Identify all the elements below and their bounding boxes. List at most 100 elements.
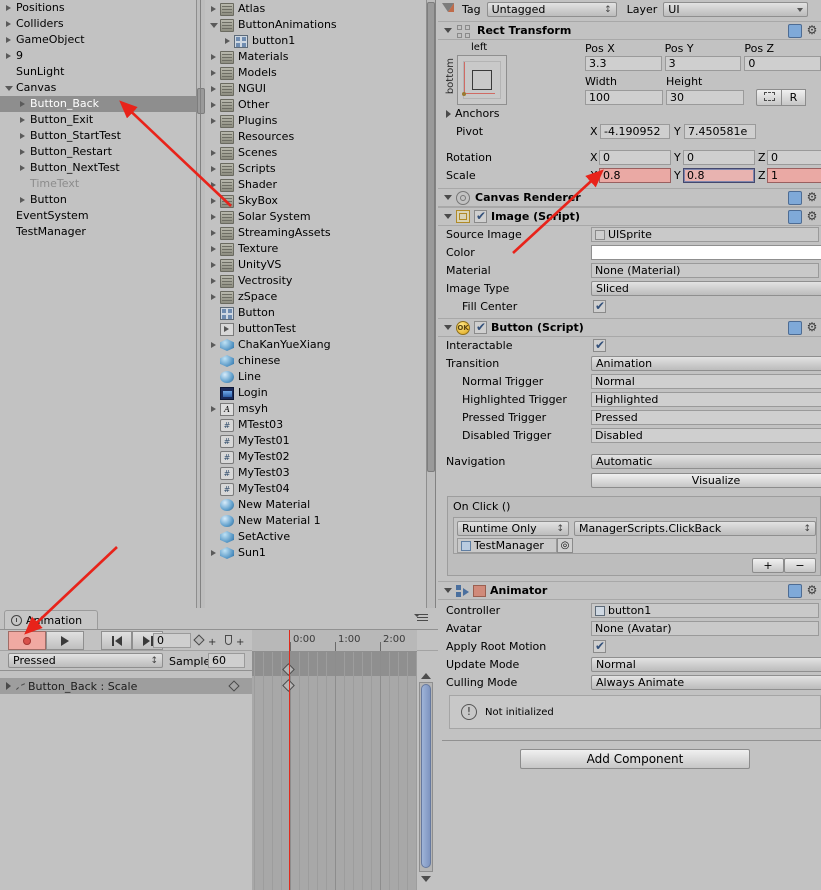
tree-toggle[interactable] bbox=[207, 230, 220, 236]
onclick-remove-button[interactable]: − bbox=[784, 558, 816, 573]
chevron-right-icon[interactable] bbox=[6, 5, 11, 11]
help-icon[interactable] bbox=[788, 191, 802, 205]
chevron-right-icon[interactable] bbox=[211, 406, 216, 412]
chevron-right-icon[interactable] bbox=[211, 214, 216, 220]
canvas-renderer-foldout[interactable] bbox=[444, 195, 452, 200]
rect-transform-foldout[interactable] bbox=[444, 28, 452, 33]
timeline-scroll-down-arrow[interactable] bbox=[421, 876, 431, 882]
tree-item-new-material[interactable]: New Material bbox=[205, 497, 433, 513]
tree-item-colliders[interactable]: Colliders bbox=[0, 16, 196, 32]
image-type-row[interactable]: Image Type Sliced bbox=[438, 280, 821, 297]
tree-item-button-exit[interactable]: Button_Exit bbox=[0, 112, 196, 128]
disabled-trigger-input[interactable]: Disabled bbox=[591, 428, 821, 443]
chevron-right-icon[interactable] bbox=[211, 342, 216, 348]
current-frame-input[interactable]: 0 bbox=[153, 633, 191, 648]
tree-item-materials[interactable]: Materials bbox=[205, 49, 433, 65]
chevron-right-icon[interactable] bbox=[211, 278, 216, 284]
tree-toggle[interactable] bbox=[207, 294, 220, 300]
apply-root-motion-row[interactable]: Apply Root Motion bbox=[438, 638, 821, 655]
gear-icon[interactable]: ⚙ bbox=[805, 321, 819, 335]
tree-item-button1[interactable]: button1 bbox=[205, 33, 433, 49]
project-scrollbar-thumb[interactable] bbox=[427, 2, 435, 472]
tree-toggle[interactable] bbox=[2, 21, 15, 27]
tree-toggle[interactable] bbox=[207, 166, 220, 172]
animator-foldout[interactable] bbox=[444, 588, 452, 593]
tree-item-shader[interactable]: Shader bbox=[205, 177, 433, 193]
tree-item-button-nexttest[interactable]: Button_NextTest bbox=[0, 160, 196, 176]
tree-item-vectrosity[interactable]: Vectrosity bbox=[205, 273, 433, 289]
tree-item-buttonanimations[interactable]: ButtonAnimations bbox=[205, 17, 433, 33]
highlighted-trigger-input[interactable]: Highlighted bbox=[591, 392, 821, 407]
tree-toggle[interactable] bbox=[16, 197, 29, 203]
animation-window[interactable]: Animation 0 + + Pressed ↕ Sample 60 Butt… bbox=[0, 608, 438, 890]
tree-item-button-starttest[interactable]: Button_StartTest bbox=[0, 128, 196, 144]
property-foldout[interactable] bbox=[6, 682, 11, 690]
chevron-right-icon[interactable] bbox=[211, 246, 216, 252]
anchors-row[interactable]: Anchors bbox=[438, 105, 821, 122]
tree-item-button-restart[interactable]: Button_Restart bbox=[0, 144, 196, 160]
help-icon[interactable] bbox=[788, 24, 802, 38]
rotation-y-input[interactable]: 0 bbox=[683, 150, 755, 165]
chevron-right-icon[interactable] bbox=[211, 150, 216, 156]
pressed-trigger-row[interactable]: Pressed Trigger Pressed bbox=[438, 409, 821, 426]
tree-item-button[interactable]: Button bbox=[205, 305, 433, 321]
navigation-dropdown[interactable]: Automatic bbox=[591, 454, 821, 469]
tree-item-line[interactable]: Line bbox=[205, 369, 433, 385]
tab-animation[interactable]: Animation bbox=[4, 610, 98, 629]
tree-item-login[interactable]: Login bbox=[205, 385, 433, 401]
normal-trigger-row[interactable]: Normal Trigger Normal bbox=[438, 373, 821, 390]
anchor-preset-button[interactable] bbox=[457, 55, 507, 105]
tree-item-positions[interactable]: Positions bbox=[0, 0, 196, 16]
tree-toggle[interactable] bbox=[16, 149, 29, 155]
tree-item-scripts[interactable]: Scripts bbox=[205, 161, 433, 177]
normal-trigger-input[interactable]: Normal bbox=[591, 374, 821, 389]
disabled-trigger-row[interactable]: Disabled Trigger Disabled bbox=[438, 427, 821, 444]
tag-dropdown[interactable]: Untagged bbox=[486, 2, 617, 17]
tree-toggle[interactable] bbox=[207, 182, 220, 188]
avatar-row[interactable]: Avatar None (Avatar) bbox=[438, 620, 821, 637]
add-keyframe-button[interactable]: + bbox=[193, 634, 219, 648]
tree-toggle[interactable] bbox=[207, 150, 220, 156]
pos-z-input[interactable]: 0 bbox=[744, 56, 821, 71]
hierarchy-panel[interactable]: Positions Colliders GameObject 9 SunLight Can… bbox=[0, 0, 196, 608]
pressed-trigger-input[interactable]: Pressed bbox=[591, 410, 821, 425]
sample-rate-input[interactable]: 60 bbox=[208, 653, 245, 668]
material-row[interactable]: Material None (Material) bbox=[438, 262, 821, 279]
source-image-object-field[interactable]: UISprite bbox=[591, 227, 819, 242]
tree-item-sunlight[interactable]: SunLight bbox=[0, 64, 196, 80]
update-mode-row[interactable]: Update Mode Normal bbox=[438, 656, 821, 673]
tree-toggle[interactable] bbox=[207, 102, 220, 108]
tree-item-other[interactable]: Other bbox=[205, 97, 433, 113]
tree-item-mtest03[interactable]: # MTest03 bbox=[205, 417, 433, 433]
tree-toggle[interactable] bbox=[221, 38, 234, 44]
pivot-y-input[interactable]: 7.450581e bbox=[684, 124, 756, 139]
image-script-enabled-checkbox[interactable] bbox=[474, 209, 487, 223]
chevron-right-icon[interactable] bbox=[20, 101, 25, 107]
tree-item-9[interactable]: 9 bbox=[0, 48, 196, 64]
chevron-right-icon[interactable] bbox=[20, 149, 25, 155]
width-input[interactable]: 100 bbox=[585, 90, 663, 105]
transition-row[interactable]: Transition Animation bbox=[438, 355, 821, 372]
interactable-row[interactable]: Interactable bbox=[438, 337, 821, 354]
tree-item-gameobject[interactable]: GameObject bbox=[0, 32, 196, 48]
prev-keyframe-button[interactable] bbox=[101, 631, 132, 650]
animation-clip-row[interactable]: Pressed Sample 60 bbox=[0, 651, 252, 670]
chevron-right-icon[interactable] bbox=[211, 262, 216, 268]
hierarchy-scrollbar-thumb[interactable] bbox=[197, 88, 205, 114]
tree-toggle[interactable] bbox=[16, 117, 29, 123]
image-script-header[interactable]: Image (Script) ⚙ bbox=[438, 207, 821, 226]
tree-item-streamingassets[interactable]: StreamingAssets bbox=[205, 225, 433, 241]
tree-toggle[interactable] bbox=[207, 86, 220, 92]
tree-item-mytest04[interactable]: # MyTest04 bbox=[205, 481, 433, 497]
timeline-scrollbar-thumb[interactable] bbox=[421, 684, 431, 868]
rotation-row[interactable]: Rotation X 0 Y 0 Z 0 bbox=[438, 149, 821, 166]
tree-item-button[interactable]: Button bbox=[0, 192, 196, 208]
project-panel[interactable]: Atlas ButtonAnimations button1 Materials Mod… bbox=[205, 0, 433, 608]
onclick-target-object-field[interactable]: TestManager bbox=[457, 538, 557, 553]
button-script-enabled-checkbox[interactable] bbox=[474, 320, 487, 334]
tree-item-scenes[interactable]: Scenes bbox=[205, 145, 433, 161]
chevron-right-icon[interactable] bbox=[6, 37, 11, 43]
color-row[interactable]: Color bbox=[438, 244, 821, 261]
scale-x-input[interactable]: 0.8 bbox=[599, 168, 671, 183]
tree-item-mytest03[interactable]: # MyTest03 bbox=[205, 465, 433, 481]
